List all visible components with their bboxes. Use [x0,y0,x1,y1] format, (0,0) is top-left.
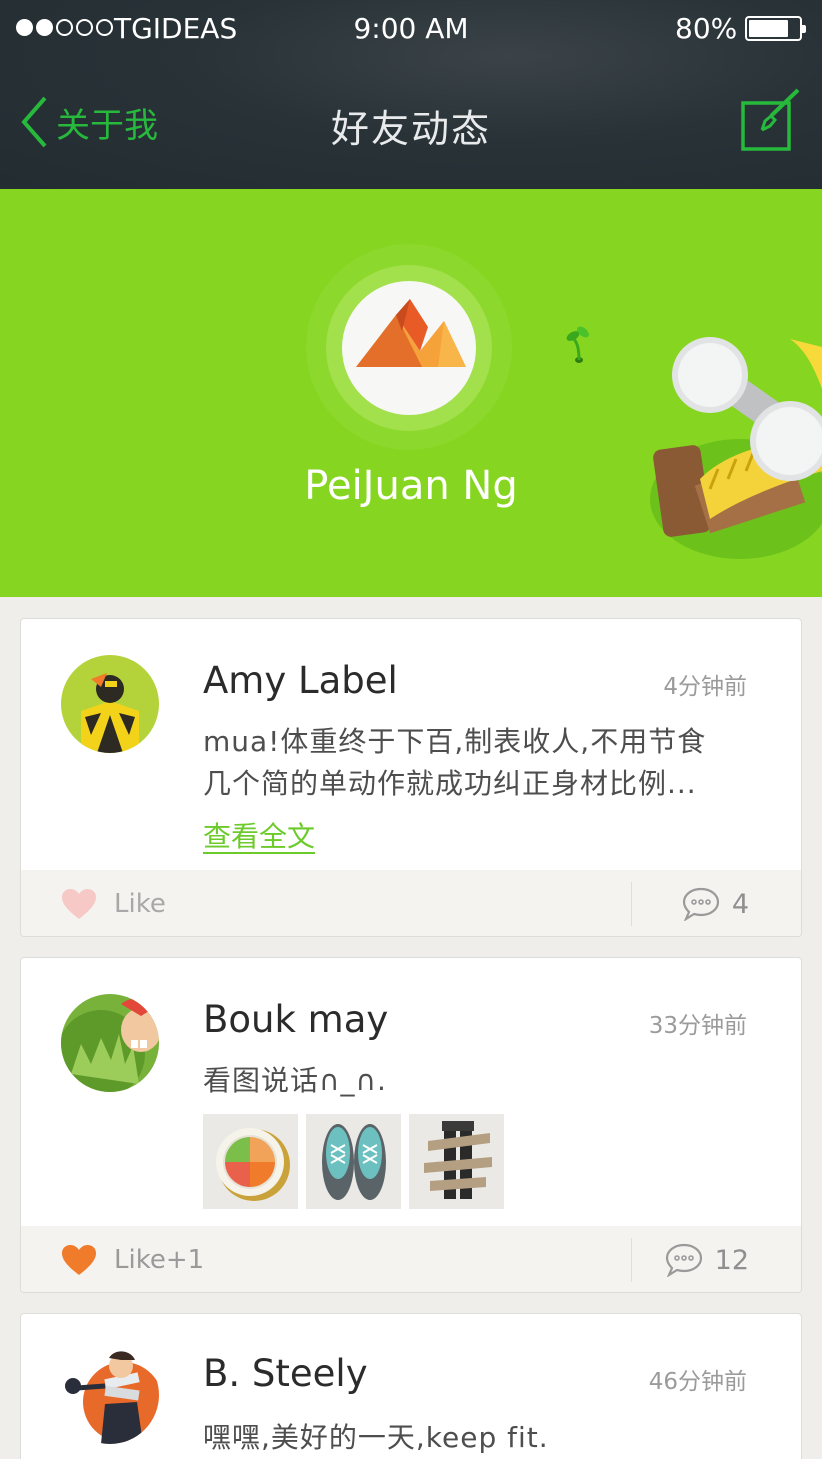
comment-icon [682,887,719,921]
battery-icon [745,16,806,41]
post-time: 33分钟前 [648,1013,747,1039]
sneakers-image[interactable] [306,1114,401,1209]
post-author[interactable]: Amy Label [203,659,398,702]
avatar[interactable] [61,994,159,1092]
post-text-line: 嘿嘿,美好的一天,keep fit. [203,1421,549,1454]
status-bar: TGIDEAS 9:00 AM 80% [0,0,822,58]
page-title: 好友动态 [330,107,491,151]
read-more-link[interactable]: 查看全文 [203,815,315,855]
mountain-icon [356,299,466,367]
compose-button[interactable] [740,88,804,156]
profile-banner: PeiJuan Ng [0,189,822,597]
avatar[interactable] [61,1346,159,1444]
dumbbell-illustration [650,337,822,559]
like-label: Like+1 [114,1245,205,1275]
feed-post: Amy Label 4分钟前 mua!体重终于下百,制表收人,不用节食 几个简的… [20,618,802,937]
sprout-icon [566,326,589,363]
measured-legs-image[interactable] [409,1114,504,1209]
avatar[interactable] [61,655,159,753]
feed-post: Bouk may 33分钟前 看图说话∩_∩. Like+1 12 [20,957,802,1293]
post-author[interactable]: B. Steely [203,1352,368,1395]
heart-icon [62,1245,96,1275]
feed-post: B. Steely 46分钟前 嘿嘿,美好的一天,keep fit. [20,1313,802,1459]
top-bar: TGIDEAS 9:00 AM 80% 关于我 好友动态 [0,0,822,189]
post-text-line: 几个简的单动作就成功纠正身材比例... [203,767,697,800]
comment-button[interactable]: 12 [665,1226,749,1292]
comment-count: 4 [731,888,749,920]
heart-icon [62,889,96,919]
comment-icon [665,1243,702,1277]
like-button[interactable]: Like [61,870,166,936]
post-images [203,1114,504,1209]
like-button[interactable]: Like+1 [61,1226,205,1292]
post-actions: Like 4 [21,870,801,936]
post-text-line: 看图说话∩_∩. [203,1064,387,1097]
post-time: 4分钟前 [663,674,747,700]
profile-avatar[interactable] [342,281,476,415]
like-label: Like [114,889,166,919]
post-text-line: mua!体重终于下百,制表收人,不用节食 [203,725,707,758]
post-time: 46分钟前 [648,1369,747,1395]
comment-button[interactable]: 4 [682,870,749,936]
battery-percent: 80% [675,12,738,45]
plate-image[interactable] [203,1114,298,1209]
post-author[interactable]: Bouk may [203,998,388,1041]
comment-count: 12 [714,1244,749,1276]
post-actions: Like+1 12 [21,1226,801,1292]
navigation-bar: 关于我 好友动态 [0,58,822,189]
compose-icon [741,88,800,151]
